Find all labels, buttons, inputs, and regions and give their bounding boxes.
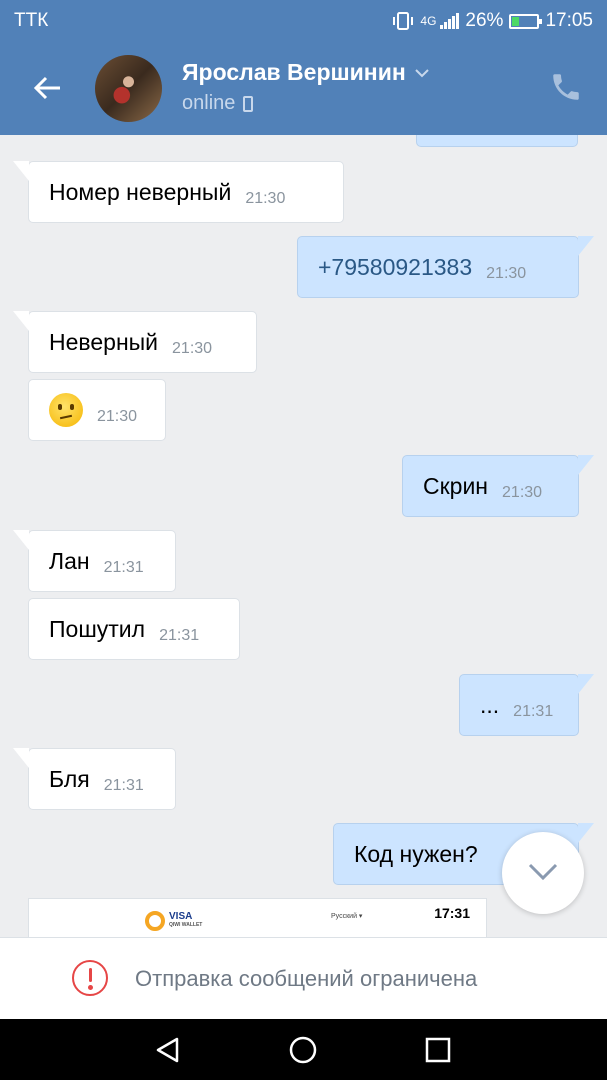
message-bubble-in[interactable]: Номер неверный 21:30 — [13, 161, 344, 223]
chevron-down-icon — [528, 863, 558, 881]
vibrate-icon — [393, 12, 414, 30]
warning-icon — [72, 960, 108, 996]
message-text: Пошутил — [49, 615, 146, 642]
message-text: Бля — [49, 765, 90, 792]
language-select: Русский ▾ — [331, 913, 363, 920]
message-time: 21:31 — [103, 559, 144, 576]
recents-nav-icon[interactable] — [423, 1035, 453, 1065]
status-icons: 4G 26% 17:05 — [392, 10, 593, 32]
message-time: 21:31 — [103, 777, 144, 794]
message-bubble-out[interactable] — [416, 135, 578, 147]
message-time: 21:30 — [245, 190, 286, 207]
message-bubble-out[interactable]: ... 21:31 — [459, 674, 594, 736]
qiwi-sub: QIWI WALLET — [169, 922, 203, 928]
message-bubble-out[interactable]: +79580921383 21:30 — [297, 236, 594, 298]
message-text: Номер неверный — [49, 178, 232, 205]
back-nav-icon[interactable] — [153, 1035, 183, 1065]
qiwi-wordmark: VISA QIWI WALLET — [169, 912, 202, 930]
message-time: 21:31 — [513, 703, 554, 720]
battery-percent: 26% — [465, 10, 504, 31]
navigation-bar — [0, 1019, 607, 1080]
status-bar: ТТК 4G 26% 17:05 — [0, 0, 607, 42]
qiwi-logo: VISA QIWI WALLET — [145, 911, 202, 931]
screenshot-attachment[interactable]: VISA QIWI WALLET Русский ▾ 17:31 — [28, 898, 487, 937]
message-bubble-in[interactable]: Бля 21:31 — [13, 748, 176, 810]
message-time: 21:30 — [502, 484, 543, 501]
chat-header: Ярослав Вершинин online — [0, 42, 607, 135]
chevron-down-icon — [415, 68, 429, 77]
message-bubble-in[interactable]: Неверный 21:30 — [13, 311, 257, 373]
message-bubble-out[interactable]: Скрин 21:30 — [402, 455, 594, 517]
message-list[interactable]: Номер неверный 21:30 +79580921383 21:30 … — [0, 135, 607, 937]
message-text: +79580921383 — [318, 253, 473, 280]
preview-time: 17:31 — [434, 905, 470, 921]
message-text: Неверный — [49, 328, 159, 355]
home-nav-icon[interactable] — [288, 1035, 318, 1065]
carrier-name: ТТК — [14, 10, 49, 31]
signal-icon: 4G — [420, 13, 460, 29]
qiwi-q-icon — [145, 911, 165, 931]
confused-face-icon — [49, 393, 83, 427]
message-time: 21:31 — [159, 627, 200, 644]
message-text: Скрин — [423, 472, 489, 499]
avatar[interactable] — [95, 55, 162, 122]
contact-status: online — [182, 92, 254, 115]
message-time: 21:30 — [97, 408, 138, 425]
scroll-down-button[interactable] — [502, 832, 584, 914]
clock: 17:05 — [545, 10, 593, 31]
message-bubble-in[interactable]: Пошутил 21:31 — [28, 598, 240, 660]
restricted-banner: Отправка сообщений ограничена — [0, 937, 607, 1019]
message-text: Лан — [49, 547, 90, 574]
mobile-icon — [243, 95, 254, 112]
status-text: online — [182, 92, 236, 114]
back-arrow-icon[interactable] — [30, 70, 66, 106]
network-type: 4G — [420, 14, 437, 28]
message-bubble-in[interactable]: 21:30 — [28, 379, 166, 441]
contact-name[interactable]: Ярослав Вершинин — [182, 59, 430, 86]
message-text: Код нужен? — [354, 840, 478, 867]
message-text: ... — [480, 691, 500, 718]
message-time: 21:30 — [172, 340, 213, 357]
message-bubble-in[interactable]: Лан 21:31 — [13, 530, 176, 592]
message-time: 21:30 — [486, 265, 527, 282]
restricted-text: Отправка сообщений ограничена — [135, 966, 478, 991]
battery-icon — [509, 13, 543, 29]
phone-icon[interactable] — [549, 70, 583, 104]
contact-name-text: Ярослав Вершинин — [182, 59, 406, 85]
